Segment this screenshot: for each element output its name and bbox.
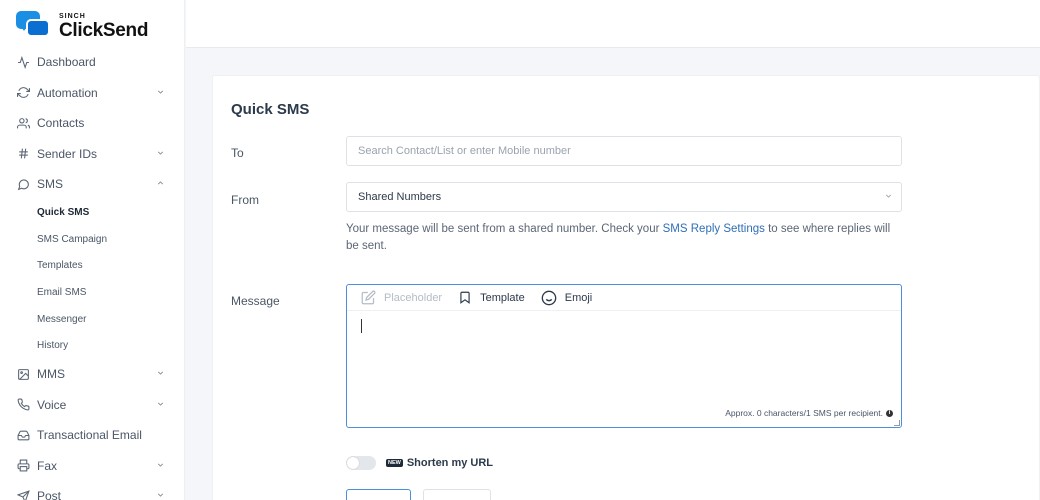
character-count: Approx. 0 characters/1 SMS per recipient… <box>725 408 893 418</box>
image-icon <box>16 367 30 381</box>
chat-bubbles-logo-icon <box>16 11 53 41</box>
sidebar-item-label: Voice <box>37 397 67 412</box>
sidebar-item-sender-ids[interactable]: Sender IDs <box>0 139 184 170</box>
sidebar-subitem-sms-campaign[interactable]: SMS Campaign <box>0 226 184 253</box>
printer-icon <box>16 459 30 473</box>
text-cursor <box>361 319 362 333</box>
sidebar-subitem-quick-sms[interactable]: Quick SMS <box>0 200 184 227</box>
placeholder-button[interactable]: Placeholder <box>361 290 442 305</box>
sidebar-item-sms[interactable]: SMS <box>0 169 184 200</box>
from-label: From <box>231 193 259 207</box>
phone-icon <box>16 398 30 412</box>
sidebar-item-mms[interactable]: MMS <box>0 359 184 390</box>
sidebar-item-transactional-email[interactable]: Transactional Email <box>0 420 184 451</box>
edit-icon <box>361 290 376 305</box>
new-badge: NEW <box>386 459 403 467</box>
emoji-button-label: Emoji <box>564 291 593 304</box>
logo-brand-text: ClickSend <box>59 19 149 41</box>
message-toolbar: Placeholder Template Emoji <box>347 285 901 311</box>
sidebar-subitem-templates[interactable]: Templates <box>0 253 184 280</box>
sidebar-item-post[interactable]: Post <box>0 481 184 500</box>
activity-icon <box>16 55 30 69</box>
from-select-value: Shared Numbers <box>358 191 442 203</box>
placeholder-button-label: Placeholder <box>384 291 443 304</box>
to-field[interactable] <box>346 136 902 166</box>
sidebar-item-voice[interactable]: Voice <box>0 390 184 421</box>
chevron-down-icon <box>156 399 165 410</box>
smile-icon <box>541 290 557 306</box>
message-circle-icon <box>16 177 30 191</box>
sidebar-nav: Dashboard Automation Contacts Sender IDs… <box>0 47 184 500</box>
sidebar-item-fax[interactable]: Fax <box>0 451 184 482</box>
primary-action-button[interactable] <box>346 489 411 500</box>
chevron-down-icon <box>156 460 165 471</box>
send-icon <box>16 489 30 500</box>
page-title: Quick SMS <box>231 101 310 118</box>
shared-number-help: Your message will be sent from a shared … <box>346 221 906 255</box>
sidebar-item-label: Dashboard <box>37 55 96 70</box>
chevron-down-icon <box>156 369 165 380</box>
chevron-down-icon <box>156 148 165 159</box>
help-text-start: Your message will be sent from a shared … <box>346 223 663 235</box>
to-label: To <box>231 146 244 160</box>
inbox-icon <box>16 428 30 442</box>
sidebar-item-contacts[interactable]: Contacts <box>0 108 184 139</box>
sidebar-item-label: Post <box>37 489 62 500</box>
sidebar-item-label: Contacts <box>37 116 85 131</box>
bookmark-icon <box>458 290 472 305</box>
from-select[interactable]: Shared Numbers <box>346 182 902 212</box>
sidebar-item-label: Fax <box>37 458 58 473</box>
emoji-button[interactable]: Emoji <box>541 290 593 306</box>
to-input[interactable] <box>358 145 901 157</box>
secondary-action-button[interactable] <box>423 489 491 500</box>
top-bar <box>186 0 1040 48</box>
chevron-down-icon <box>884 192 893 203</box>
template-button-label: Template <box>480 291 525 304</box>
quick-sms-card: Quick SMS To From Shared Numbers Your me… <box>212 75 1040 500</box>
sms-reply-settings-link[interactable]: SMS Reply Settings <box>663 223 765 235</box>
sidebar-item-label: Automation <box>37 85 98 100</box>
sidebar-subitem-messenger[interactable]: Messenger <box>0 306 184 333</box>
hash-icon <box>16 147 30 161</box>
resize-handle[interactable] <box>894 420 900 426</box>
clicksend-logo[interactable]: SINCH ClickSend <box>16 10 148 42</box>
users-icon <box>16 116 30 130</box>
character-count-text: Approx. 0 characters/1 SMS per recipient… <box>725 408 883 418</box>
sidebar-subitem-history[interactable]: History <box>0 332 184 359</box>
sidebar: SINCH ClickSend Dashboard Automation Con… <box>0 0 185 500</box>
chevron-up-icon <box>156 179 165 190</box>
logo-sinch-text: SINCH <box>59 12 86 20</box>
shorten-url-row: NEW Shorten my URL <box>346 456 493 470</box>
shorten-url-label: Shorten my URL <box>406 457 494 469</box>
sidebar-item-automation[interactable]: Automation <box>0 78 184 109</box>
sidebar-subitem-email-sms[interactable]: Email SMS <box>0 279 184 306</box>
refresh-icon <box>16 86 30 100</box>
sidebar-item-dashboard[interactable]: Dashboard <box>0 47 184 78</box>
sidebar-item-label: Transactional Email <box>37 428 142 443</box>
sidebar-item-label: MMS <box>37 367 65 382</box>
chevron-down-icon <box>156 491 165 500</box>
sidebar-item-label: Sender IDs <box>37 146 98 161</box>
template-button[interactable]: Template <box>458 290 525 305</box>
info-icon[interactable]: i <box>886 409 893 417</box>
message-label: Message <box>231 294 280 308</box>
sidebar-item-label: SMS <box>37 177 64 192</box>
shorten-url-toggle[interactable] <box>346 456 376 470</box>
message-editor[interactable]: Placeholder Template Emoji Approx. 0 cha… <box>346 284 902 428</box>
chevron-down-icon <box>156 87 165 98</box>
